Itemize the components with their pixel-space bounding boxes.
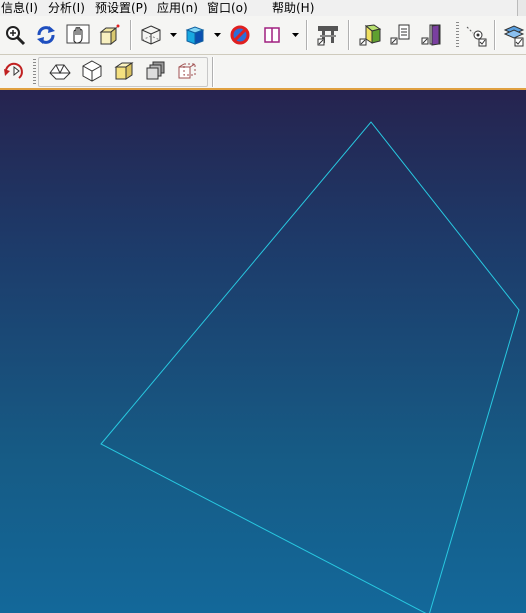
shaded-cube-icon [185,26,205,45]
zoom-icon [6,26,26,46]
toolbar-separator [306,20,307,50]
menu-help[interactable]: 帮助(H) [272,0,314,16]
layer-button[interactable] [388,22,414,48]
menu-info[interactable]: 信息(I) [1,0,38,16]
repaint-button[interactable] [33,22,59,48]
view-wireframe-icon [82,60,102,82]
pane-dropdown[interactable] [291,22,299,48]
model-canvas [100,121,520,613]
display-toggle-button[interactable] [227,22,253,48]
layer-icon [390,24,410,45]
view-stack-icon [146,61,165,80]
datum-plane-icon [317,26,338,46]
point-select-button[interactable] [463,22,489,48]
redraw-button[interactable] [1,58,27,84]
chevron-down-icon [291,33,299,37]
spin-box-icon [99,24,120,46]
graphics-viewport[interactable] [0,90,526,613]
pan-button[interactable] [66,22,92,48]
pane-icon [264,27,280,43]
toolbar-separator [130,20,131,50]
toolbar-separator [348,20,349,50]
view-cube-button[interactable] [111,58,137,84]
exit-button[interactable] [419,22,445,48]
datum-plane-button[interactable] [315,22,341,48]
chevron-down-icon [213,33,221,37]
zoom-button[interactable] [2,22,28,48]
spin-center-button[interactable] [96,22,122,48]
view-toolbar [0,55,526,89]
menu-preferences[interactable]: 预设置(P) [95,0,148,16]
view-hidden-button[interactable] [175,58,201,84]
wireframe-button[interactable] [138,22,164,48]
view-shaded-icon [49,64,71,80]
no-display-icon [230,25,250,45]
toolbar-grip[interactable] [33,59,36,85]
shading-dropdown[interactable] [213,22,221,48]
toolbar-separator [494,20,495,50]
wireframe-cube-icon [141,25,161,45]
menu-applications[interactable]: 应用(n) [157,0,198,16]
exit-door-icon [421,24,441,46]
pane-button[interactable] [259,22,285,48]
view-hidden-icon [178,63,196,79]
refresh-icon [37,26,55,44]
redraw-icon [4,62,23,79]
toolbar-grip[interactable] [456,22,459,48]
toolbar-separator [212,57,213,87]
main-toolbar [0,16,526,55]
view-cube-icon [114,62,134,80]
pan-hand-icon [66,24,90,44]
layers-check-button[interactable] [501,22,526,48]
layers-check-icon [503,25,525,47]
point-select-icon [466,26,487,47]
model-tree-button[interactable] [357,22,383,48]
wireframe-dropdown[interactable] [169,22,177,48]
view-wireframe-button[interactable] [79,58,105,84]
view-stack-button[interactable] [143,58,169,84]
model-tree-icon [359,24,382,46]
shading-button[interactable] [182,22,208,48]
chevron-down-icon [169,33,177,37]
menu-window[interactable]: 窗口(o) [207,0,248,16]
menu-analysis[interactable]: 分析(I) [48,0,85,16]
view-shaded-button[interactable] [47,58,73,84]
menu-corner-button[interactable] [517,0,526,16]
sketch-outline[interactable] [100,121,520,613]
menu-bar: 信息(I) 分析(I) 预设置(P) 应用(n) 窗口(o) 帮助(H) [0,0,526,16]
